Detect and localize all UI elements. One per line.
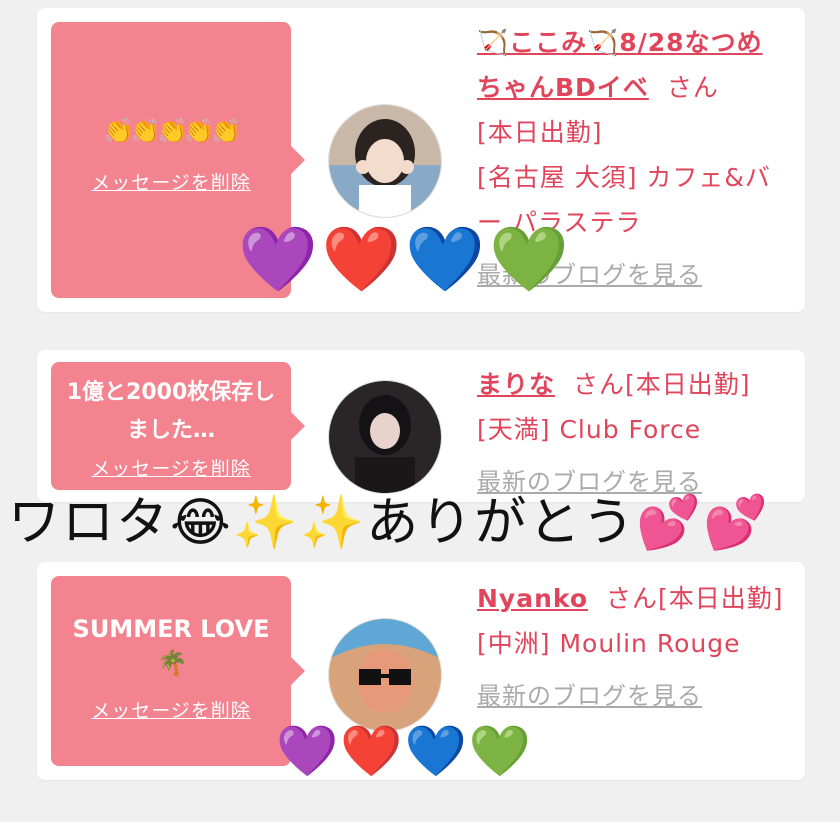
user-info: Nyanko さん[本日出勤] [中洲] Moulin Rouge 最新のブログを… [477,576,787,719]
hearts-sticker-top: 💜❤️💙💚 [238,223,573,297]
latest-blog-link[interactable]: 最新のブログを見る [477,674,702,719]
shop-text: [中洲] Moulin Rouge [477,629,741,658]
honorific: さん[本日出勤] [573,370,751,399]
caption-sticker: ワロタ😂✨✨ありがとう💕💕 [8,493,770,553]
message-bubble: 1億と2000枚保存しました… メッセージを削除 [51,362,305,490]
message-bubble: SUMMER LOVE 🌴 メッセージを削除 [51,576,305,766]
message-text: 1億と2000枚保存しました… [66,380,276,443]
delete-message-link[interactable]: メッセージを削除 [59,168,283,195]
delete-message-link[interactable]: メッセージを削除 [59,454,283,481]
user-name-link[interactable]: 🏹ここみ🏹8/28なつめちゃんBDイベ [477,28,763,102]
clap-emoji: 👏👏👏👏👏 [103,117,241,145]
honorific: さん [666,73,719,102]
user-name-link[interactable]: まりな [477,370,555,399]
user-name-link[interactable]: Nyanko [477,584,588,613]
shop-text: [天満] Club Force [477,415,702,444]
hearts-sticker-bottom: 💜❤️💙💚 [276,722,534,780]
status-text: [本日出勤] [477,118,603,147]
honorific: さん[本日出勤] [606,584,784,613]
palm-tree-emoji: 🌴 [157,649,188,677]
avatar[interactable] [328,104,442,218]
delete-message-link[interactable]: メッセージを削除 [59,696,283,723]
message-text: SUMMER LOVE [72,615,270,643]
avatar[interactable] [328,380,442,494]
avatar[interactable] [328,618,442,732]
